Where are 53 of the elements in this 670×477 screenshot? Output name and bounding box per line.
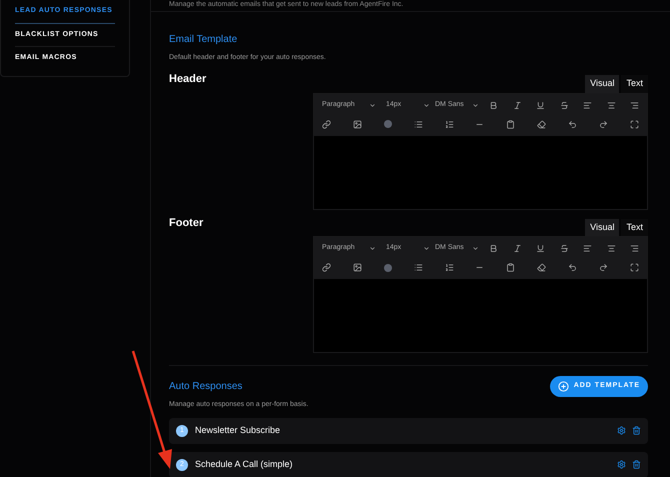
settings-icon[interactable] (617, 460, 626, 469)
link-icon[interactable] (322, 120, 331, 128)
bold-icon[interactable] (489, 100, 498, 110)
align-center-icon[interactable] (606, 100, 616, 110)
caret-icon (369, 102, 376, 108)
redo-icon[interactable] (599, 263, 608, 272)
caret-icon (423, 102, 430, 108)
numbered-list-icon[interactable] (444, 120, 454, 128)
section-title: Auto Responses (169, 380, 244, 394)
image-icon[interactable] (352, 120, 362, 128)
bullet-list-icon[interactable] (414, 120, 423, 128)
clipboard-icon[interactable] (506, 120, 516, 128)
eraser-icon[interactable] (537, 120, 546, 128)
caret-icon (423, 245, 430, 252)
caret-icon (472, 245, 479, 252)
image-icon[interactable] (352, 263, 362, 272)
caret-icon (472, 102, 479, 108)
settings-icon[interactable] (617, 426, 626, 435)
editor-mode-tab[interactable]: Text (621, 75, 648, 92)
caret-icon (369, 245, 376, 252)
undo-icon[interactable] (568, 120, 578, 128)
italic-icon[interactable] (512, 244, 522, 253)
plus-icon (558, 381, 569, 392)
eraser-icon[interactable] (537, 263, 546, 272)
align-right-icon[interactable] (630, 244, 639, 253)
trash-icon[interactable] (632, 426, 641, 435)
section-title: Email Template (169, 32, 238, 46)
link-icon[interactable] (322, 263, 331, 272)
italic-icon[interactable] (512, 100, 522, 110)
editor-mode-tab[interactable]: Visual (585, 218, 620, 236)
trash-icon[interactable] (632, 460, 641, 469)
bold-icon[interactable] (489, 244, 498, 253)
align-center-icon[interactable] (606, 244, 616, 253)
strikethrough-icon[interactable] (560, 100, 568, 110)
undo-icon[interactable] (568, 263, 578, 272)
redo-icon[interactable] (599, 120, 608, 128)
editor-label: Header (169, 72, 206, 87)
editor-label: Footer (169, 216, 204, 230)
clipboard-icon[interactable] (506, 263, 516, 272)
strikethrough-icon[interactable] (560, 244, 568, 253)
response-name: Newsletter Subscribe (195, 424, 282, 437)
fullscreen-icon[interactable] (630, 120, 639, 128)
fullscreen-icon[interactable] (630, 263, 639, 272)
editor-mode-tab[interactable]: Visual (585, 75, 620, 92)
underline-icon[interactable] (536, 244, 545, 253)
editor-mode-tab[interactable]: Text (621, 218, 648, 236)
numbered-list-icon[interactable] (444, 263, 454, 272)
underline-icon[interactable] (536, 100, 545, 110)
align-left-icon[interactable] (583, 100, 592, 110)
align-left-icon[interactable] (583, 244, 592, 253)
bullet-list-icon[interactable] (414, 263, 423, 272)
align-right-icon[interactable] (630, 100, 639, 110)
response-name: Schedule A Call (simple) (195, 458, 294, 471)
